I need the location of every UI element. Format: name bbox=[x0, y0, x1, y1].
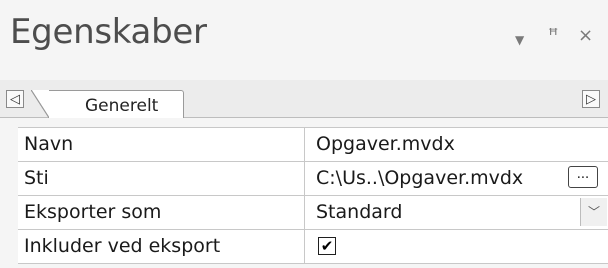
chevron-down-icon[interactable]: ﹀ bbox=[580, 198, 607, 226]
export-format-select[interactable]: Standard bbox=[306, 196, 608, 229]
panel-menu-dropdown-icon[interactable]: ▼ bbox=[515, 31, 524, 49]
property-name: Inkluder ved eksport bbox=[18, 230, 305, 263]
tab-generelt[interactable]: Generelt bbox=[31, 90, 184, 118]
include-on-export-checkbox[interactable]: ✔ bbox=[318, 237, 336, 255]
tab-strip: ◁ Generelt ▷ bbox=[0, 80, 608, 118]
property-value[interactable]: C:\Us..\Opgaver.mvdx bbox=[306, 162, 608, 195]
scroll-right-icon[interactable]: ▷ bbox=[582, 90, 600, 108]
property-row-navn[interactable]: Navn Opgaver.mvdx bbox=[18, 128, 608, 162]
property-name: Navn bbox=[18, 128, 305, 161]
property-row-eksporter-som[interactable]: Eksporter som Standard ﹀ bbox=[18, 196, 608, 230]
browse-button[interactable]: ... bbox=[568, 166, 598, 188]
property-value[interactable]: Opgaver.mvdx bbox=[306, 128, 608, 161]
property-row-sti[interactable]: Sti C:\Us..\Opgaver.mvdx ... bbox=[18, 162, 608, 196]
pin-icon[interactable]: ꟸ bbox=[548, 27, 558, 45]
property-grid: Navn Opgaver.mvdx Sti C:\Us..\Opgaver.mv… bbox=[18, 127, 608, 264]
property-row-inkluder[interactable]: Inkluder ved eksport ✔ bbox=[18, 230, 608, 264]
panel-title: Egenskaber bbox=[10, 12, 207, 52]
scroll-left-icon[interactable]: ◁ bbox=[6, 90, 24, 108]
tab-label: Generelt bbox=[85, 96, 159, 116]
property-name: Sti bbox=[18, 162, 305, 195]
property-name: Eksporter som bbox=[18, 196, 305, 229]
close-icon[interactable]: × bbox=[578, 27, 593, 45]
